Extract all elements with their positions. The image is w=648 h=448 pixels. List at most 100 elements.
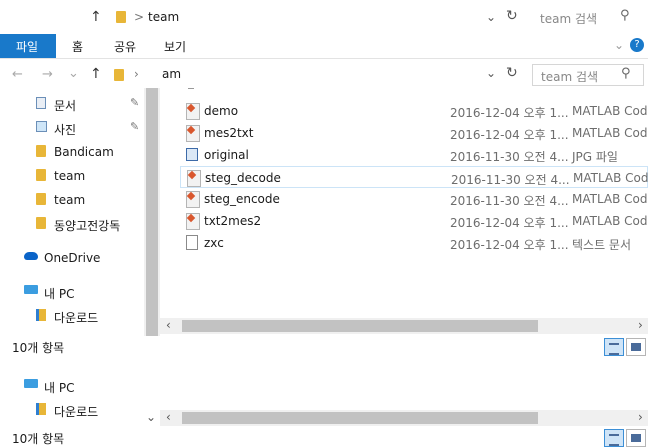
matlab-icon [186, 103, 200, 120]
folder-icon [36, 217, 46, 229]
file-name: steg_encode [204, 192, 280, 206]
sidebar-item-label: 문서 [54, 99, 77, 113]
file-date: 2016-11-30 오전 4... [450, 150, 569, 164]
pictures-icon [36, 121, 47, 132]
recent-dropdown-icon[interactable]: ⌄ [68, 66, 79, 81]
scrollbar-thumb[interactable] [182, 320, 538, 332]
sidebar-item-downloads[interactable]: 다운로드 [36, 306, 146, 326]
ribbon-tabs: 파일 홈 공유 보기 ⌄ ? [0, 34, 648, 59]
file-type: MATLAB Code [573, 171, 648, 185]
matlab-icon [186, 191, 200, 208]
folder-icon [114, 69, 124, 81]
file-date: 2016-12-04 오후 1... [450, 238, 569, 252]
search-icon[interactable]: ⚲ [620, 8, 630, 23]
folder-icon [116, 11, 126, 23]
sidebar-item-label: 동양고전강독 [54, 219, 121, 233]
sidebar-item-label: 내 PC [44, 381, 75, 395]
chevron-down-icon[interactable]: ⌄ [486, 66, 496, 80]
folder-icon [36, 145, 46, 157]
folder-icon [36, 169, 46, 181]
pc-icon [24, 379, 38, 388]
image-icon [186, 148, 198, 161]
help-icon[interactable]: ? [630, 38, 644, 52]
matlab-icon [186, 125, 200, 142]
status-bar-2: 10개 항목 [0, 428, 648, 448]
onedrive-icon [24, 252, 38, 260]
chevron-down-icon[interactable]: ⌄ [146, 410, 156, 424]
file-name: zxc [204, 236, 224, 250]
sidebar-item-classics[interactable]: 동양고전강독 [36, 214, 146, 234]
file-type: MATLAB Code [572, 214, 648, 228]
file-name: original [204, 148, 249, 162]
sidebar-scrollbar[interactable] [144, 88, 160, 340]
sidebar-item-pictures[interactable]: 사진 ✎ [36, 118, 146, 138]
large-icons-view-button[interactable] [626, 429, 646, 447]
tab-home[interactable]: 홈 [72, 38, 83, 55]
sidebar-item-label: OneDrive [44, 251, 101, 265]
matlab-icon [186, 213, 200, 230]
up-arrow-icon[interactable]: ↑ [90, 9, 102, 25]
sidebar-item-documents[interactable]: 문서 ✎ [36, 94, 146, 114]
address-bar-row: ← → ⌄ ↑ › am ⌄ ↻ team 검색 ⚲ [0, 62, 648, 88]
sidebar-item-team[interactable]: team [36, 166, 146, 186]
file-row-mes2txt[interactable]: mes2txt 2016-12-04 오후 1... MATLAB Code [180, 122, 648, 144]
sidebar-item-label: 다운로드 [54, 405, 99, 419]
details-view-button[interactable] [604, 429, 624, 447]
file-type: MATLAB Code [572, 126, 648, 140]
chevron-down-icon[interactable]: ⌄ [486, 10, 496, 24]
search-box[interactable]: team 검색 ⚲ [532, 64, 644, 86]
search-icon[interactable]: ⚲ [621, 66, 631, 81]
sidebar-item-downloads[interactable]: 다운로드 [36, 400, 146, 420]
sidebar-item-onedrive[interactable]: OneDrive [24, 248, 134, 268]
sidebar-item-label: Bandicam [54, 145, 114, 159]
scroll-right-arrow-icon[interactable]: › [638, 410, 643, 424]
tab-file-label: 파일 [16, 40, 39, 54]
title-search-input[interactable]: team 검색 [540, 10, 597, 27]
details-view-icon [609, 343, 619, 355]
address-input[interactable]: am ⌄ ↻ [160, 64, 526, 86]
tab-view[interactable]: 보기 [164, 38, 186, 55]
window-title: team [148, 10, 180, 24]
sidebar-item-this-pc[interactable]: 내 PC [24, 376, 134, 396]
tab-share[interactable]: 공유 [114, 38, 136, 55]
large-icons-view-icon [631, 343, 641, 351]
back-arrow-icon[interactable]: ← [12, 67, 23, 82]
scroll-right-arrow-icon[interactable]: › [638, 318, 643, 332]
ribbon-expand-icon[interactable]: ⌄ [614, 38, 624, 52]
sidebar-item-label: team [54, 193, 86, 207]
file-row-zxc[interactable]: zxc 2016-12-04 오후 1... 텍스트 문서 [180, 232, 648, 254]
file-row-txt2mes2[interactable]: txt2mes2 2016-12-04 오후 1... MATLAB Code [180, 210, 648, 232]
file-row-demo[interactable]: demo 2016-12-04 오후 1... MATLAB Code [180, 100, 648, 122]
details-view-button[interactable] [604, 338, 624, 356]
refresh-icon[interactable]: ↻ [506, 8, 518, 24]
refresh-icon[interactable]: ↻ [506, 65, 518, 81]
search-input[interactable]: team 검색 [541, 68, 598, 85]
item-count: 10개 항목 [12, 432, 65, 446]
sidebar-item-label: team [54, 169, 86, 183]
large-icons-view-button[interactable] [626, 338, 646, 356]
sidebar-item-team-2[interactable]: team [36, 190, 146, 210]
file-type: 텍스트 문서 [572, 238, 632, 252]
scrollbar-thumb[interactable] [182, 412, 538, 424]
sidebar-item-this-pc[interactable]: 내 PC [24, 282, 134, 302]
pin-icon[interactable]: ✎ [130, 120, 139, 133]
sidebar-item-bandicam[interactable]: Bandicam [36, 142, 146, 162]
pin-icon[interactable]: ✎ [130, 96, 139, 109]
file-type: MATLAB Code [572, 104, 648, 118]
scrollbar-thumb[interactable] [146, 88, 158, 338]
scroll-left-arrow-icon[interactable]: ‹ [166, 318, 171, 332]
sidebar-item-label: 사진 [54, 123, 77, 137]
horizontal-scrollbar-2[interactable]: ‹ › [160, 410, 648, 426]
file-row-steg-encode[interactable]: steg_encode 2016-11-30 오전 4... MATLAB Co… [180, 188, 648, 210]
scroll-left-arrow-icon[interactable]: ‹ [166, 410, 171, 424]
large-icons-view-icon [631, 434, 641, 442]
file-row-steg-decode[interactable]: steg_decode 2016-11-30 오전 4... MATLAB Co… [180, 166, 648, 188]
file-type: JPG 파일 [572, 150, 618, 164]
forward-arrow-icon[interactable]: → [42, 67, 53, 82]
file-date: 2016-12-04 오후 1... [450, 216, 569, 230]
up-arrow-icon[interactable]: ↑ [90, 66, 102, 82]
file-row-original[interactable]: original 2016-11-30 오전 4... JPG 파일 [180, 144, 648, 166]
horizontal-scrollbar[interactable]: ‹ › [160, 318, 648, 334]
status-bar: 10개 항목 [0, 336, 648, 358]
tab-file[interactable]: 파일 [0, 34, 56, 58]
